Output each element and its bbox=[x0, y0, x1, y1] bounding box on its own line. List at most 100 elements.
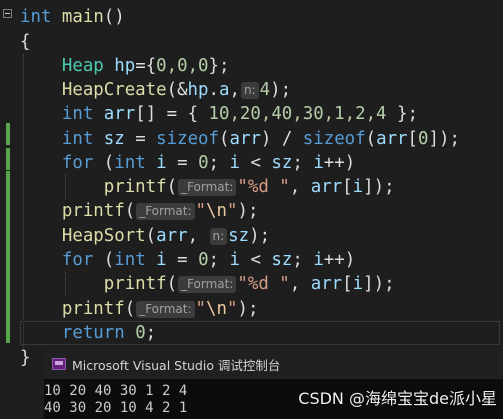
variable: i bbox=[145, 250, 167, 270]
code-line[interactable]: printf(_Format: "\n"); bbox=[20, 297, 259, 321]
keyword: for bbox=[61, 153, 94, 173]
escape-sequence: \n bbox=[206, 299, 227, 319]
inlay-hint: _Format: bbox=[136, 202, 195, 220]
punctuation: ( bbox=[166, 177, 178, 197]
code-line[interactable]: for (int i = 0; i < sz; i++) bbox=[20, 248, 355, 272]
variable: sz bbox=[271, 250, 293, 270]
string-literal: " bbox=[195, 201, 207, 221]
code-line[interactable]: { bbox=[20, 30, 30, 54]
punctuation: = bbox=[124, 129, 157, 149]
punctuation: ++) bbox=[323, 250, 356, 270]
variable: a bbox=[218, 80, 230, 100]
number: 0 bbox=[198, 250, 209, 270]
punctuation: ; bbox=[208, 153, 230, 173]
punctuation: ( bbox=[365, 129, 377, 149]
string-literal: " bbox=[195, 299, 207, 319]
keyword: int bbox=[114, 250, 146, 270]
code-line[interactable]: } bbox=[20, 346, 30, 370]
console-app-icon bbox=[52, 358, 66, 370]
inlay-hint: _Format: bbox=[136, 300, 195, 318]
punctuation: ); bbox=[270, 80, 292, 100]
code-editor[interactable]: int main() { Heap hp={0,0,0}; HeapCreate… bbox=[0, 0, 503, 372]
console-output-line: 40 30 20 10 4 2 1 bbox=[44, 400, 188, 416]
string-literal: "%d " bbox=[237, 177, 290, 197]
punctuation: ( bbox=[145, 226, 157, 246]
console-title: Microsoft Visual Studio 调试控制台 bbox=[72, 358, 281, 373]
punctuation: ); bbox=[249, 226, 271, 246]
variable: i bbox=[229, 250, 240, 270]
number: 0,0,0 bbox=[156, 56, 209, 76]
code-line[interactable]: int sz = sizeof(arr) / sizeof(arr[0]); bbox=[20, 127, 460, 151]
punctuation: = bbox=[166, 153, 199, 173]
variable: arr bbox=[229, 129, 261, 149]
variable: i bbox=[352, 177, 364, 197]
code-line[interactable]: for (int i = 0; i < sz; i++) bbox=[20, 151, 355, 175]
punctuation: ; bbox=[208, 250, 230, 270]
punctuation: ); bbox=[237, 201, 259, 221]
code-line[interactable]: int main() bbox=[20, 5, 125, 29]
punctuation: ={ bbox=[135, 56, 157, 76]
console-title-bar[interactable]: Microsoft Visual Studio 调试控制台 bbox=[44, 349, 503, 379]
punctuation: [] = { bbox=[135, 104, 209, 124]
code-line[interactable]: return 0; bbox=[20, 321, 156, 345]
keyword: sizeof bbox=[156, 129, 219, 149]
function-name: printf bbox=[103, 274, 167, 294]
punctuation: [ bbox=[342, 274, 353, 294]
code-line[interactable]: printf(_Format: "\n"); bbox=[20, 199, 259, 223]
inlay-hint: _Format: bbox=[178, 178, 237, 196]
function-name: printf bbox=[103, 177, 167, 197]
punctuation: ); bbox=[237, 299, 259, 319]
console-output-line: 10 20 40 30 1 2 4 bbox=[44, 383, 188, 399]
punctuation: < bbox=[239, 250, 272, 270]
inlay-hint: n: bbox=[209, 227, 228, 245]
number: 10,20,40,30,1,2,4 bbox=[208, 104, 387, 124]
variable: i bbox=[313, 153, 324, 173]
punctuation: }; bbox=[208, 56, 230, 76]
punctuation: < bbox=[239, 153, 272, 173]
string-literal: "%d " bbox=[237, 274, 290, 294]
punctuation: ( bbox=[124, 201, 136, 221]
punctuation: () bbox=[103, 7, 125, 27]
punctuation: ( bbox=[93, 153, 115, 173]
change-indicator bbox=[6, 123, 10, 145]
code-line[interactable]: Heap hp={0,0,0}; bbox=[20, 54, 230, 78]
brace: { bbox=[20, 32, 31, 52]
string-literal: " bbox=[226, 201, 238, 221]
punctuation: ; bbox=[292, 250, 314, 270]
variable: sz bbox=[271, 153, 293, 173]
punctuation: [ bbox=[342, 177, 353, 197]
punctuation: ( bbox=[124, 299, 136, 319]
keyword: for bbox=[61, 250, 94, 270]
code-line[interactable]: HeapCreate(&hp.a, n: 4); bbox=[20, 78, 291, 102]
punctuation: ]); bbox=[363, 177, 395, 197]
number: 4 bbox=[259, 80, 271, 100]
punctuation: ; bbox=[292, 153, 314, 173]
punctuation: ( bbox=[219, 129, 230, 149]
punctuation: ( bbox=[166, 274, 178, 294]
code-line[interactable]: HeapSort(arr, n: sz); bbox=[20, 224, 270, 248]
function-name: main bbox=[61, 7, 104, 27]
punctuation: ++) bbox=[323, 153, 356, 173]
variable: i bbox=[145, 153, 167, 173]
function-name: printf bbox=[61, 299, 125, 319]
collapse-toggle-icon[interactable] bbox=[3, 9, 12, 18]
variable: hp bbox=[187, 80, 209, 100]
keyword: int bbox=[61, 129, 94, 149]
number: 0 bbox=[418, 129, 429, 149]
punctuation: , bbox=[289, 177, 311, 197]
variable: sz bbox=[228, 226, 250, 246]
variable: sz bbox=[103, 129, 125, 149]
variable: arr bbox=[156, 226, 188, 246]
keyword: return bbox=[61, 323, 125, 343]
variable: hp bbox=[114, 56, 136, 76]
punctuation: ]); bbox=[363, 274, 395, 294]
code-line[interactable]: int arr[] = { 10,20,40,30,1,2,4 }; bbox=[20, 102, 418, 126]
variable: arr bbox=[376, 129, 408, 149]
keyword: sizeof bbox=[302, 129, 366, 149]
punctuation: = bbox=[166, 250, 199, 270]
keyword: int bbox=[61, 104, 94, 124]
code-line[interactable]: printf(_Format: "%d ", arr[i]); bbox=[20, 272, 395, 296]
string-literal: " bbox=[226, 299, 238, 319]
function-name: HeapSort bbox=[61, 226, 146, 246]
code-line[interactable]: printf(_Format: "%d ", arr[i]); bbox=[20, 175, 395, 199]
